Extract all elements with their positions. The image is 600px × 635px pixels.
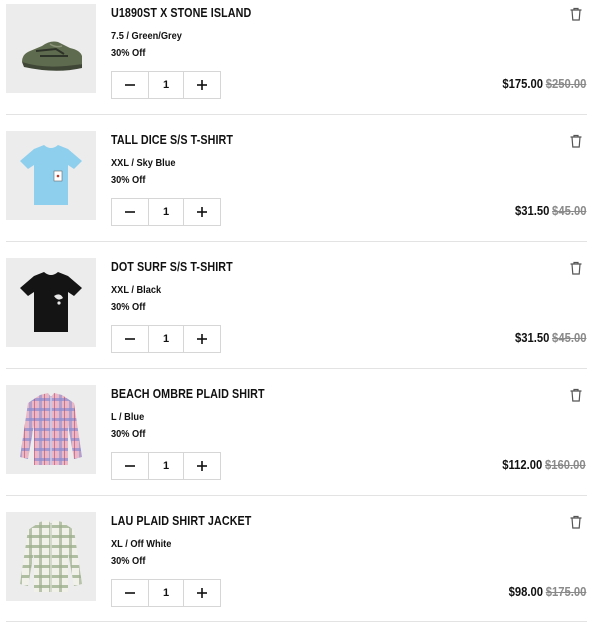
minus-icon	[125, 338, 135, 340]
cart-item: TALL DICE S/S T-SHIRT XXL / Sky Blue 30%…	[0, 127, 600, 254]
quantity-stepper: 1	[111, 452, 221, 480]
cart-item: BEACH OMBRE PLAID SHIRT L / Blue 30% Off…	[0, 381, 600, 508]
cart-item: LAU PLAID SHIRT JACKET XL / Off White 30…	[0, 508, 600, 635]
product-title[interactable]: BEACH OMBRE PLAID SHIRT	[111, 387, 265, 401]
cart-item: U1890ST X STONE ISLAND 7.5 / Green/Grey …	[0, 0, 600, 127]
trash-icon	[570, 134, 582, 148]
quantity-value[interactable]: 1	[148, 580, 184, 606]
divider	[6, 241, 587, 242]
plus-icon	[197, 461, 207, 471]
decrease-quantity-button[interactable]	[112, 72, 148, 98]
quantity-stepper: 1	[111, 325, 221, 353]
cart-item-list: U1890ST X STONE ISLAND 7.5 / Green/Grey …	[0, 0, 600, 623]
minus-icon	[125, 465, 135, 467]
sale-price: $31.50	[514, 331, 549, 345]
remove-item-button[interactable]	[568, 514, 584, 530]
decrease-quantity-button[interactable]	[112, 326, 148, 352]
plus-icon	[197, 588, 207, 598]
sale-price: $112.00	[502, 458, 543, 472]
plus-icon	[197, 207, 207, 217]
product-variant: 7.5 / Green/Grey	[111, 30, 182, 42]
product-image-plaid-shirt-jacket[interactable]	[6, 512, 96, 601]
quantity-stepper: 1	[111, 198, 221, 226]
discount-label: 30% Off	[111, 47, 146, 59]
remove-item-button[interactable]	[568, 133, 584, 149]
plus-icon	[197, 334, 207, 344]
original-price: $250.00	[545, 77, 586, 91]
price-group: $98.00 $175.00	[508, 585, 586, 599]
quantity-value[interactable]: 1	[148, 453, 184, 479]
discount-label: 30% Off	[111, 428, 146, 440]
increase-quantity-button[interactable]	[184, 72, 220, 98]
price-group: $112.00 $160.00	[503, 458, 586, 472]
original-price: $160.00	[545, 458, 586, 472]
original-price: $175.00	[545, 585, 586, 599]
product-title[interactable]: LAU PLAID SHIRT JACKET	[111, 514, 251, 528]
remove-item-button[interactable]	[568, 6, 584, 22]
product-title[interactable]: TALL DICE S/S T-SHIRT	[111, 133, 233, 147]
decrease-quantity-button[interactable]	[112, 199, 148, 225]
remove-item-button[interactable]	[568, 260, 584, 276]
minus-icon	[125, 592, 135, 594]
decrease-quantity-button[interactable]	[112, 453, 148, 479]
minus-icon	[125, 84, 135, 86]
trash-icon	[570, 261, 582, 275]
divider	[6, 114, 587, 115]
increase-quantity-button[interactable]	[184, 580, 220, 606]
product-image-plaid-shirt[interactable]	[6, 385, 96, 474]
sale-price: $98.00	[508, 585, 543, 599]
original-price: $45.00	[551, 204, 586, 218]
product-image-black-tshirt[interactable]	[6, 258, 96, 347]
divider	[6, 368, 587, 369]
original-price: $45.00	[551, 331, 586, 345]
divider	[6, 495, 587, 496]
decrease-quantity-button[interactable]	[112, 580, 148, 606]
discount-label: 30% Off	[111, 301, 146, 313]
cart-item: DOT SURF S/S T-SHIRT XXL / Black 30% Off…	[0, 254, 600, 381]
quantity-value[interactable]: 1	[148, 72, 184, 98]
plus-icon	[197, 80, 207, 90]
discount-label: 30% Off	[111, 174, 146, 186]
price-group: $31.50 $45.00	[514, 331, 586, 345]
remove-item-button[interactable]	[568, 387, 584, 403]
sale-price: $175.00	[501, 77, 543, 91]
increase-quantity-button[interactable]	[184, 199, 220, 225]
product-title[interactable]: DOT SURF S/S T-SHIRT	[111, 260, 233, 274]
product-variant: XXL / Black	[111, 284, 162, 296]
trash-icon	[570, 7, 582, 21]
quantity-value[interactable]: 1	[148, 199, 184, 225]
quantity-stepper: 1	[111, 71, 221, 99]
product-image-green-sneaker[interactable]	[6, 4, 96, 93]
product-image-sky-blue-tshirt[interactable]	[6, 131, 96, 220]
quantity-value[interactable]: 1	[148, 326, 184, 352]
quantity-stepper: 1	[111, 579, 221, 607]
minus-icon	[125, 211, 135, 213]
price-group: $175.00 $250.00	[502, 77, 586, 91]
trash-icon	[570, 515, 582, 529]
product-variant: XL / Off White	[111, 538, 172, 550]
divider	[6, 621, 587, 622]
discount-label: 30% Off	[111, 555, 146, 567]
increase-quantity-button[interactable]	[184, 453, 220, 479]
product-variant: L / Blue	[111, 411, 145, 423]
trash-icon	[570, 388, 582, 402]
sale-price: $31.50	[514, 204, 549, 218]
price-group: $31.50 $45.00	[514, 204, 586, 218]
increase-quantity-button[interactable]	[184, 326, 220, 352]
product-title[interactable]: U1890ST X STONE ISLAND	[111, 6, 251, 20]
product-variant: XXL / Sky Blue	[111, 157, 176, 169]
